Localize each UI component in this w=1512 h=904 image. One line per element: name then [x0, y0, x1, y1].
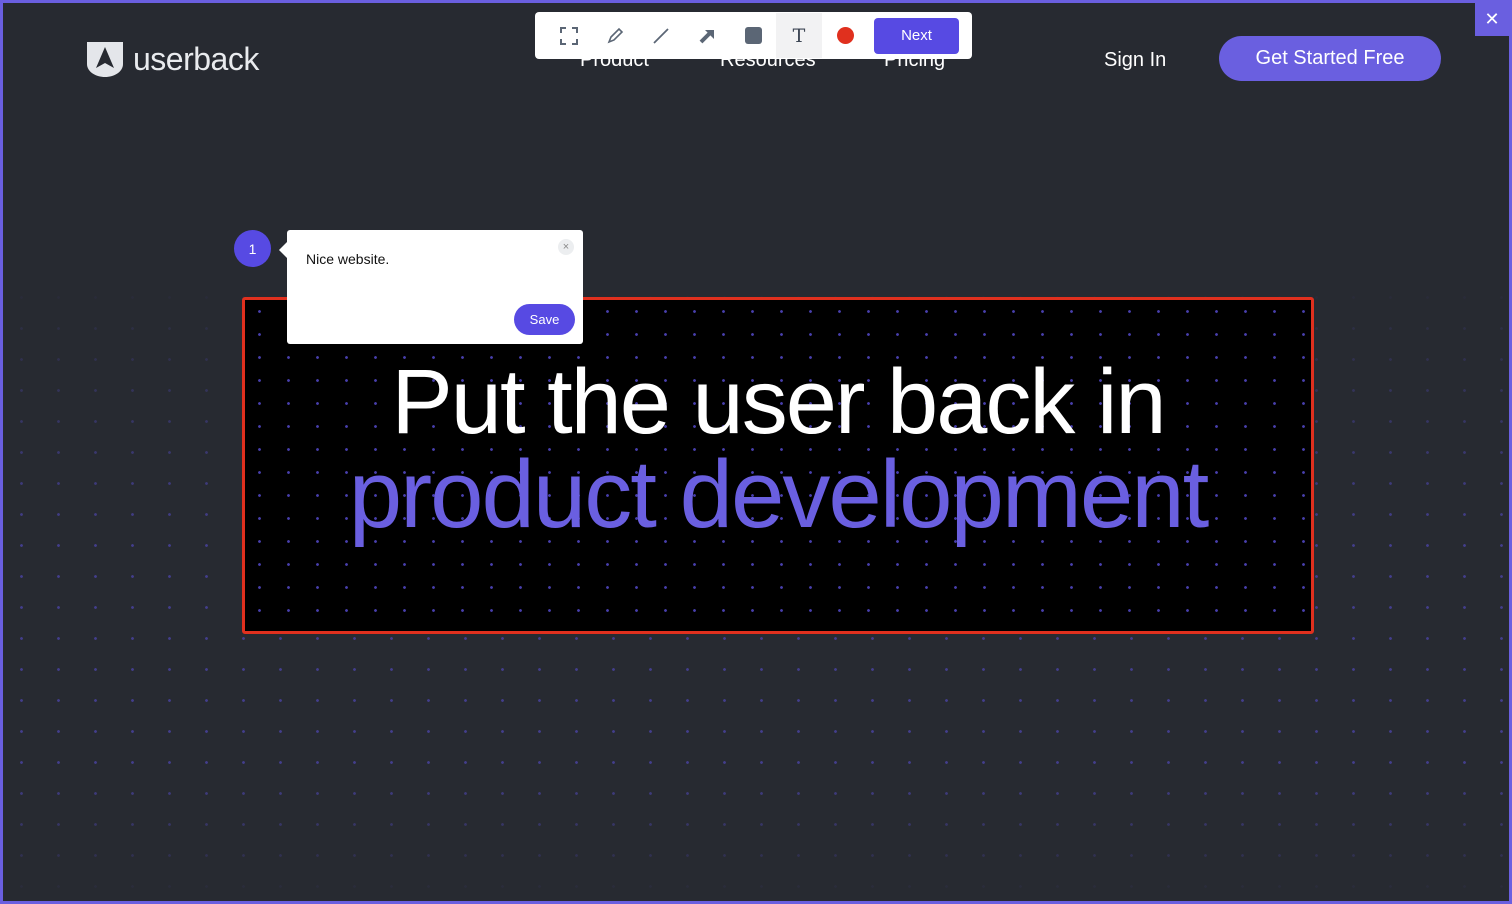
window-close-icon[interactable]: ✕: [1475, 3, 1509, 36]
rectangle-icon[interactable]: [730, 13, 776, 58]
get-started-button[interactable]: Get Started Free: [1219, 36, 1441, 81]
sign-in-link[interactable]: Sign In: [1104, 49, 1166, 72]
comment-popup: Nice website. × Save: [279, 230, 583, 344]
arrow-icon[interactable]: [684, 13, 730, 58]
userback-logo[interactable]: userback: [85, 40, 259, 78]
text-icon[interactable]: T: [776, 13, 822, 58]
hero-highlight-box: Put the user back in product development: [242, 297, 1314, 634]
line-icon[interactable]: [638, 13, 684, 58]
save-button[interactable]: Save: [514, 304, 575, 335]
comment-text[interactable]: Nice website.: [306, 251, 389, 267]
annotation-toolbar: T Next: [535, 12, 972, 59]
page-frame: userback Product Resources Pricing Sign …: [3, 3, 1509, 901]
comment-marker[interactable]: 1: [234, 230, 271, 267]
hero-title-line2: product development: [348, 441, 1210, 548]
next-button[interactable]: Next: [874, 17, 959, 54]
highlighter-icon[interactable]: [592, 13, 638, 58]
close-icon[interactable]: ×: [558, 239, 574, 255]
brand-name: userback: [133, 40, 259, 77]
crop-icon[interactable]: [546, 13, 592, 58]
shield-logo-icon: [87, 42, 123, 77]
color-red-icon[interactable]: [822, 13, 868, 58]
